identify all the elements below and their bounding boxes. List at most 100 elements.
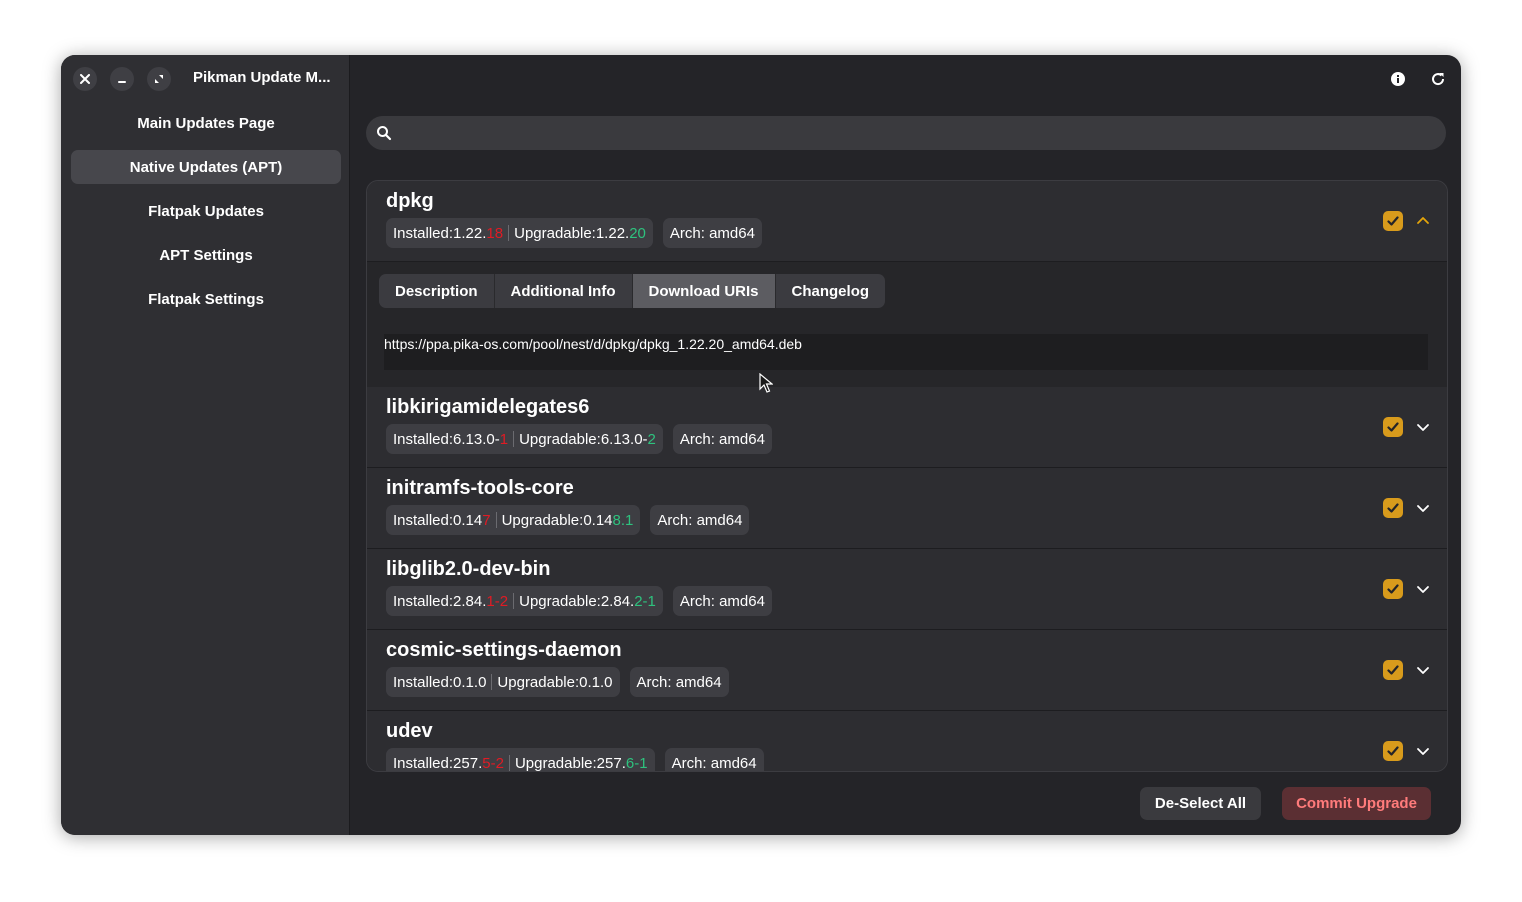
refresh-button[interactable]	[1427, 68, 1449, 90]
installed-version-common: 257.	[453, 754, 483, 772]
version-badge: Installed: 2.84. 1-2 Upgradable: 2.84. 2-1	[386, 586, 663, 616]
package-row[interactable]: libkirigamidelegates6 Installed: 6.13.0- 1…	[367, 387, 1447, 468]
upgradable-label: Upgradable:	[519, 430, 601, 448]
package-select-checkbox[interactable]	[1383, 660, 1403, 680]
chevron-down-icon[interactable]	[1414, 661, 1432, 679]
version-separator	[513, 593, 515, 609]
tab-description[interactable]: Description	[379, 274, 495, 308]
package-badges: Installed: 0.14 7 Upgradable: 0.14 8.1 Arch:…	[386, 505, 750, 535]
upgradable-version-common: 0.14	[583, 511, 613, 529]
upgradable-label: Upgradable:	[501, 511, 584, 529]
tab-additional-info[interactable]: Additional Info	[495, 274, 633, 308]
download-uri-box[interactable]: https://ppa.pika-os.com/pool/nest/d/dpkg…	[384, 334, 1428, 370]
chevron-down-icon[interactable]	[1414, 499, 1432, 517]
minimize-icon	[118, 81, 126, 83]
chevron-down-icon[interactable]	[1414, 580, 1432, 598]
package-name: libkirigamidelegates6	[386, 396, 590, 418]
package-row[interactable]: udev Installed: 257. 5-2 Upgradable: 257. 6-…	[367, 711, 1447, 772]
close-window-button[interactable]	[73, 67, 97, 91]
checkmark-icon	[1387, 584, 1399, 594]
installed-version-diff: 1	[499, 430, 509, 448]
arch-badge: Arch: amd64	[629, 667, 729, 697]
installed-version-diff: 5-2	[482, 754, 504, 772]
sidebar-nav: Main Updates Page Native Updates (APT) Fla…	[71, 106, 341, 326]
chevron-up-icon[interactable]	[1414, 212, 1432, 230]
package-badges: Installed: 2.84. 1-2 Upgradable: 2.84. 2-1 A…	[386, 586, 772, 616]
download-uri-text: https://ppa.pika-os.com/pool/nest/d/dpkg…	[384, 336, 802, 352]
package-row[interactable]: cosmic-settings-daemon Installed: 0.1.0 Up…	[367, 630, 1447, 711]
maximize-window-button[interactable]	[147, 67, 171, 91]
checkmark-icon	[1387, 422, 1399, 432]
app-title: Pikman Update M...	[193, 69, 331, 86]
package-row[interactable]: libglib2.0-dev-bin Installed: 2.84. 1-2 Upg…	[367, 549, 1447, 630]
installed-version-diff: 18	[486, 224, 504, 242]
version-badge: Installed: 0.14 7 Upgradable: 0.14 8.1	[386, 505, 641, 535]
main-content: dpkg Installed: 1.22. 18 Upgradable: 1.22. 2…	[350, 55, 1461, 835]
minimize-window-button[interactable]	[110, 67, 134, 91]
upgradable-version-diff: 2-1	[634, 592, 656, 610]
package-list[interactable]: dpkg Installed: 1.22. 18 Upgradable: 1.22. 2…	[366, 180, 1448, 772]
upgradable-version-common: 1.22.	[595, 224, 630, 242]
arch-badge: Arch: amd64	[672, 424, 772, 454]
arch-badge: Arch: amd64	[672, 586, 772, 616]
installed-label: Installed:	[393, 592, 454, 610]
version-separator	[508, 225, 510, 241]
info-icon	[1391, 72, 1405, 86]
installed-version-diff: 7	[482, 511, 491, 529]
sidebar: Pikman Update M... Main Updates Page Nati…	[61, 55, 350, 835]
app-window: Pikman Update M... Main Updates Page Nati…	[61, 55, 1461, 835]
search-input[interactable]	[400, 116, 1434, 152]
package-select-checkbox[interactable]	[1383, 498, 1403, 518]
upgradable-version-common: 257.	[596, 754, 626, 772]
package-name: dpkg	[386, 190, 434, 212]
info-button[interactable]	[1387, 68, 1409, 90]
package-select-checkbox[interactable]	[1383, 211, 1403, 231]
version-badge: Installed: 1.22. 18 Upgradable: 1.22. 20	[386, 218, 653, 248]
package-select-checkbox[interactable]	[1383, 741, 1403, 761]
checkmark-icon	[1387, 746, 1399, 756]
package-row[interactable]: initramfs-tools-core Installed: 0.14 7 Upgr…	[367, 468, 1447, 549]
version-badge: Installed: 0.1.0 Upgradable: 0.1.0	[386, 667, 620, 697]
arch-badge: Arch: amd64	[662, 218, 762, 248]
installed-version-diff: 1-2	[486, 592, 509, 610]
search-icon	[377, 126, 392, 141]
upgradable-version-common: 2.84.	[600, 592, 635, 610]
commit-upgrade-button[interactable]: Commit Upgrade	[1282, 787, 1431, 820]
sidebar-item-apt-settings[interactable]: APT Settings	[71, 238, 341, 272]
refresh-icon	[1432, 73, 1445, 86]
upgradable-version-common: 0.1.0	[579, 673, 613, 691]
upgradable-label: Upgradable:	[514, 224, 596, 242]
version-separator	[495, 512, 497, 528]
package-badges: Installed: 0.1.0 Upgradable: 0.1.0 Arch: a…	[386, 667, 729, 697]
window-controls	[73, 67, 171, 91]
sidebar-item-flatpak-updates[interactable]: Flatpak Updates	[71, 194, 341, 228]
version-separator	[491, 674, 493, 690]
installed-version-common: 1.22.	[453, 224, 487, 242]
checkmark-icon	[1387, 665, 1399, 675]
arch-badge: Arch: amd64	[650, 505, 750, 535]
installed-label: Installed:	[393, 754, 454, 772]
package-badges: Installed: 257. 5-2 Upgradable: 257. 6-1 Arc…	[386, 748, 764, 772]
mouse-cursor-icon	[759, 373, 773, 393]
sidebar-item-flatpak-settings[interactable]: Flatpak Settings	[71, 282, 341, 316]
package-row[interactable]: dpkg Installed: 1.22. 18 Upgradable: 1.22. 2…	[367, 181, 1447, 387]
tab-download-uris[interactable]: Download URIs	[632, 274, 776, 308]
sidebar-item-main-updates-page[interactable]: Main Updates Page	[71, 106, 341, 140]
upgradable-label: Upgradable:	[514, 754, 597, 772]
package-name: libglib2.0-dev-bin	[386, 558, 551, 580]
tab-changelog[interactable]: Changelog	[776, 274, 886, 308]
package-select-checkbox[interactable]	[1383, 579, 1403, 599]
version-separator	[513, 431, 515, 447]
chevron-down-icon[interactable]	[1414, 418, 1432, 436]
checkmark-icon	[1387, 503, 1399, 513]
installed-version-common: 2.84.	[453, 592, 487, 610]
version-badge: Installed: 6.13.0- 1 Upgradable: 6.13.0- 2	[386, 424, 663, 454]
upgradable-version-diff: 2	[647, 430, 656, 448]
installed-label: Installed:	[393, 511, 454, 529]
deselect-all-button[interactable]: De-Select All	[1140, 787, 1261, 820]
close-icon	[80, 74, 90, 84]
sidebar-item-native-updates-apt[interactable]: Native Updates (APT)	[71, 150, 341, 184]
chevron-down-icon[interactable]	[1414, 742, 1432, 760]
upgradable-version-diff: 8.1	[612, 511, 634, 529]
package-select-checkbox[interactable]	[1383, 417, 1403, 437]
